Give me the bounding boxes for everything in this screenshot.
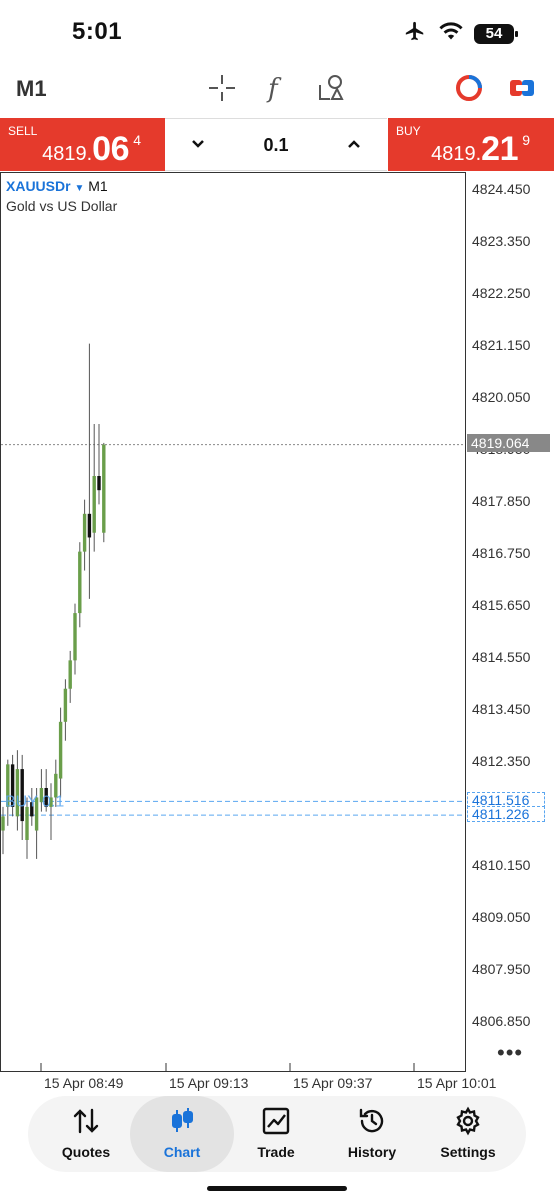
price-axis-label: 4820.050	[472, 389, 531, 405]
order-label: BUY 0.1	[5, 793, 64, 810]
candle-body	[97, 476, 101, 491]
candle-body	[78, 551, 82, 614]
price-axis-label: 4817.850	[472, 493, 531, 509]
wifi-icon	[438, 21, 464, 46]
candle-body	[25, 806, 29, 840]
nav-history[interactable]: History	[322, 1096, 422, 1172]
price-axis-label: 4807.950	[472, 961, 531, 977]
nav-chart[interactable]: Chart	[130, 1096, 234, 1172]
order-price-tag: 4811.226	[467, 806, 545, 822]
chart-timeframe: M1	[88, 178, 108, 194]
one-click-icon[interactable]	[453, 72, 485, 104]
history-icon	[322, 1106, 422, 1136]
status-time: 5:01	[72, 18, 123, 45]
battery-icon: 54	[474, 23, 518, 44]
price-axis-label: 4824.450	[472, 181, 531, 197]
bottom-navigation: Quotes Chart Trade History Settings	[28, 1096, 526, 1172]
price-axis-label: 4809.050	[472, 909, 531, 925]
sell-button[interactable]: SELL 4819.06 4	[0, 118, 165, 171]
more-options-icon[interactable]: •••	[497, 1040, 523, 1066]
buy-button[interactable]: BUY 4819.21 9	[388, 118, 554, 171]
indicators-icon[interactable]: f	[260, 72, 292, 104]
symbol-selector[interactable]: XAUUSDr ▼ M1	[6, 178, 108, 194]
symbol-description: Gold vs US Dollar	[6, 198, 118, 214]
volume-increase-button[interactable]	[347, 135, 361, 156]
price-axis-label: 4812.350	[472, 753, 531, 769]
svg-text:f: f	[266, 74, 282, 103]
nav-settings[interactable]: Settings	[418, 1096, 518, 1172]
candle-body	[92, 476, 96, 533]
candle-body	[1, 816, 5, 831]
price-axis-label: 4813.450	[472, 701, 531, 717]
time-axis-label: 15 Apr 09:13	[169, 1075, 249, 1091]
chart-area[interactable]: BUY 0.1	[0, 172, 466, 1072]
price-axis-label: 4822.250	[472, 285, 531, 301]
nav-quotes[interactable]: Quotes	[36, 1096, 136, 1172]
time-axis-label: 15 Apr 08:49	[44, 1075, 124, 1091]
trade-panel-icon[interactable]	[506, 72, 538, 104]
crosshair-icon[interactable]	[206, 72, 238, 104]
price-axis-label: 4823.350	[472, 233, 531, 249]
price-axis-label: 4816.750	[472, 545, 531, 561]
quotes-icon	[36, 1106, 136, 1136]
price-axis-label: 4814.550	[472, 649, 531, 665]
candle-body	[63, 688, 68, 722]
candle-body	[102, 444, 106, 533]
candle-body	[82, 513, 87, 552]
chevron-down-icon: ▼	[74, 183, 85, 194]
candle-body	[87, 513, 92, 538]
buy-label: BUY	[396, 124, 421, 138]
nav-trade[interactable]: Trade	[226, 1096, 326, 1172]
candle-body	[58, 721, 63, 779]
price-axis-label: 4815.650	[472, 597, 531, 613]
trade-chart-icon	[226, 1106, 326, 1136]
time-axis-label: 15 Apr 09:37	[293, 1075, 373, 1091]
time-axis-label: 15 Apr 10:01	[417, 1075, 497, 1091]
candle-body	[68, 660, 72, 689]
objects-icon[interactable]	[315, 72, 347, 104]
symbol-name: XAUUSDr	[6, 178, 71, 194]
volume-control: 0.1	[165, 118, 387, 171]
price-chart[interactable]: BUY 0.1	[1, 173, 465, 1071]
price-axis-label: 4821.150	[472, 337, 531, 353]
price-axis-label: 4810.150	[472, 857, 531, 873]
timeframe-button[interactable]: M1	[16, 76, 47, 102]
candlestick-icon	[130, 1106, 234, 1136]
airplane-icon	[402, 20, 428, 47]
home-indicator	[207, 1186, 347, 1191]
current-price-tag: 4819.064	[467, 434, 550, 452]
gear-icon	[418, 1106, 518, 1136]
price-axis-label: 4806.850	[472, 1013, 531, 1029]
status-icons: 54	[402, 20, 518, 47]
buy-price: 4819.21 9	[431, 130, 530, 168]
candle-body	[73, 613, 77, 661]
sell-price: 4819.06 4	[42, 130, 141, 168]
sell-label: SELL	[8, 124, 38, 138]
